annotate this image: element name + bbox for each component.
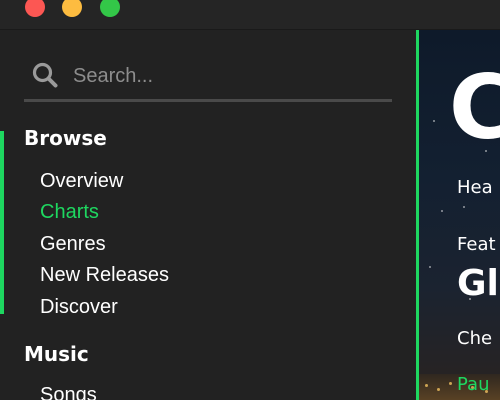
hero-title: C [449, 56, 500, 159]
section-title-browse: Browse [24, 126, 107, 150]
featured-description: Che [457, 328, 493, 349]
close-window-button[interactable] [25, 0, 45, 17]
main-content: C Hea Feat Gl Che Pau [419, 30, 500, 400]
section-title-music: Music [24, 342, 89, 366]
hero-subtitle: Hea [457, 177, 493, 198]
zoom-window-button[interactable] [100, 0, 120, 17]
minimize-window-button[interactable] [62, 0, 82, 17]
sidebar-item-songs[interactable]: Songs [40, 384, 97, 400]
search-icon [32, 62, 58, 88]
featured-label: Feat [457, 234, 496, 255]
sidebar-item-charts[interactable]: Charts [40, 201, 99, 224]
sidebar-item-genres[interactable]: Genres [40, 233, 106, 256]
sidebar-item-new-releases[interactable]: New Releases [40, 264, 169, 287]
featured-title[interactable]: Gl [457, 263, 499, 304]
app-window: Browse Overview Charts Genres New Releas… [0, 0, 500, 400]
search-input[interactable] [73, 58, 383, 94]
sidebar-item-overview[interactable]: Overview [40, 170, 123, 193]
active-section-indicator [0, 131, 4, 314]
search-box [24, 58, 392, 102]
sidebar: Browse Overview Charts Genres New Releas… [0, 30, 416, 400]
sidebar-item-discover[interactable]: Discover [40, 296, 118, 319]
title-bar [0, 0, 500, 30]
featured-artist-link[interactable]: Pau [457, 374, 489, 395]
